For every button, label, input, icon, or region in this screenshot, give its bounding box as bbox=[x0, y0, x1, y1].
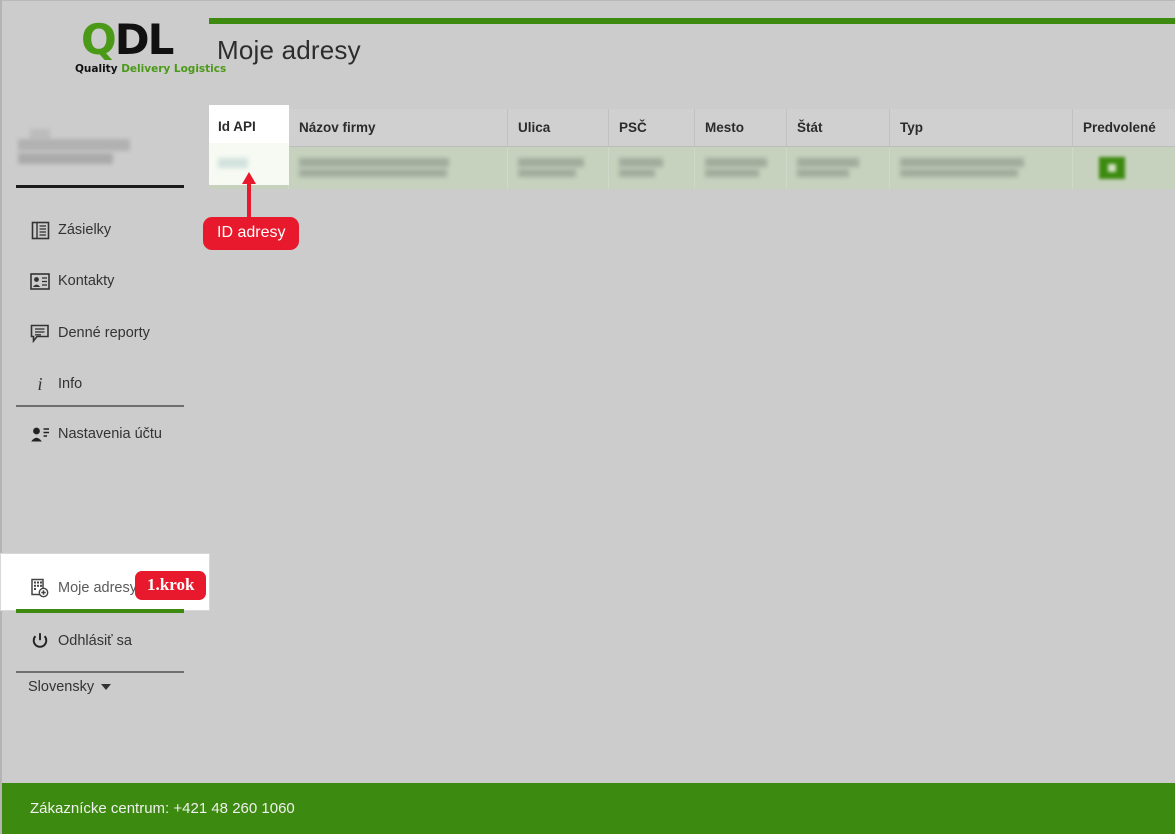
active-item-underline bbox=[16, 609, 184, 613]
app-window: QDL Quality Delivery Logistics Moje adre… bbox=[0, 0, 1175, 834]
default-address-toggle[interactable] bbox=[1099, 157, 1125, 179]
column-header-mesto[interactable]: Mesto bbox=[695, 109, 787, 146]
user-name-line-2 bbox=[18, 139, 130, 151]
redacted-value bbox=[518, 157, 608, 179]
cell-nazov-firmy bbox=[289, 147, 508, 189]
sidebar-divider-bottom bbox=[16, 671, 184, 673]
language-label: Slovensky bbox=[28, 679, 94, 695]
column-header-ulica[interactable]: Ulica bbox=[508, 109, 609, 146]
sidebar-item-odhlasit-sa[interactable]: Odhlásiť sa bbox=[2, 624, 209, 658]
sidebar-item-label: Info bbox=[58, 376, 82, 392]
sidebar-divider-middle bbox=[16, 405, 184, 407]
user-name-redacted bbox=[18, 125, 183, 173]
my-addresses-icon bbox=[28, 577, 52, 599]
table-header-row: Id API Názov firmy Ulica PSČ Mesto Štát … bbox=[209, 109, 1175, 147]
sidebar-item-label: Nastavenia účtu bbox=[58, 426, 162, 442]
sidebar: Zásielky Kontakty bbox=[2, 101, 209, 761]
cell-typ bbox=[890, 147, 1073, 189]
customer-center-text: Zákaznícke centrum: +421 48 260 1060 bbox=[30, 800, 295, 817]
language-selector[interactable]: Slovensky bbox=[28, 679, 111, 695]
column-header-typ[interactable]: Typ bbox=[890, 109, 1073, 146]
step-badge: 1.krok bbox=[135, 571, 206, 600]
column-header-psc[interactable]: PSČ bbox=[609, 109, 695, 146]
sidebar-divider-top bbox=[16, 185, 184, 188]
redacted-value bbox=[619, 157, 694, 179]
cell-ulica bbox=[508, 147, 609, 189]
sidebar-item-label: Odhlásiť sa bbox=[58, 633, 132, 649]
sidebar-item-nastavenia-uctu[interactable]: Nastavenia účtu bbox=[2, 417, 209, 451]
shipments-icon bbox=[28, 219, 52, 241]
table-row[interactable] bbox=[209, 147, 1175, 189]
callout-arrow-line bbox=[247, 181, 251, 221]
logo-letters-dl: DL bbox=[115, 15, 173, 64]
sidebar-item-label: Denné reporty bbox=[58, 325, 150, 341]
chevron-down-icon bbox=[101, 684, 111, 690]
footer: Zákaznícke centrum: +421 48 260 1060 bbox=[2, 783, 1175, 834]
account-settings-icon bbox=[28, 423, 52, 445]
header-green-rule bbox=[209, 18, 1175, 24]
cell-psc bbox=[609, 147, 695, 189]
tagline-delivery-logistics: Delivery Logistics bbox=[118, 63, 227, 75]
sidebar-item-kontakty[interactable]: Kontakty bbox=[2, 264, 209, 298]
redacted-value bbox=[299, 157, 507, 179]
sidebar-item-label: Moje adresy bbox=[58, 580, 137, 596]
logo-letter-q: Q bbox=[81, 15, 115, 64]
user-name-line-3 bbox=[18, 153, 113, 164]
cell-mesto bbox=[695, 147, 787, 189]
reports-icon bbox=[28, 322, 52, 344]
redacted-value bbox=[705, 157, 786, 179]
addresses-table: Id API Názov firmy Ulica PSČ Mesto Štát … bbox=[209, 109, 1175, 189]
cell-predvolene bbox=[1073, 147, 1175, 189]
page-title: Moje adresy bbox=[217, 35, 361, 66]
qdl-logo: QDL Quality Delivery Logistics bbox=[75, 19, 215, 77]
sidebar-item-denne-reporty[interactable]: Denné reporty bbox=[2, 316, 209, 350]
info-icon: i bbox=[32, 373, 48, 395]
sidebar-item-info[interactable]: i Info bbox=[2, 367, 209, 401]
tagline-quality: Quality bbox=[75, 63, 118, 75]
logo-tagline: Quality Delivery Logistics bbox=[75, 63, 226, 75]
callout-id-adresy: ID adresy bbox=[203, 217, 299, 250]
redacted-value bbox=[797, 157, 889, 179]
column-header-nazov-firmy[interactable]: Názov firmy bbox=[289, 109, 508, 146]
column-header-stat[interactable]: Štát bbox=[787, 109, 890, 146]
redacted-value bbox=[900, 157, 1072, 179]
sidebar-item-zasielky[interactable]: Zásielky bbox=[2, 213, 209, 247]
column-header-id-api[interactable]: Id API bbox=[209, 109, 289, 146]
sidebar-item-label: Zásielky bbox=[58, 222, 111, 238]
logo-wordmark: QDL bbox=[81, 19, 172, 61]
sidebar-item-label: Kontakty bbox=[58, 273, 114, 289]
contacts-icon bbox=[28, 270, 52, 292]
column-header-predvolene[interactable]: Predvolené bbox=[1073, 109, 1175, 146]
cell-stat bbox=[787, 147, 890, 189]
logout-icon bbox=[28, 630, 52, 652]
